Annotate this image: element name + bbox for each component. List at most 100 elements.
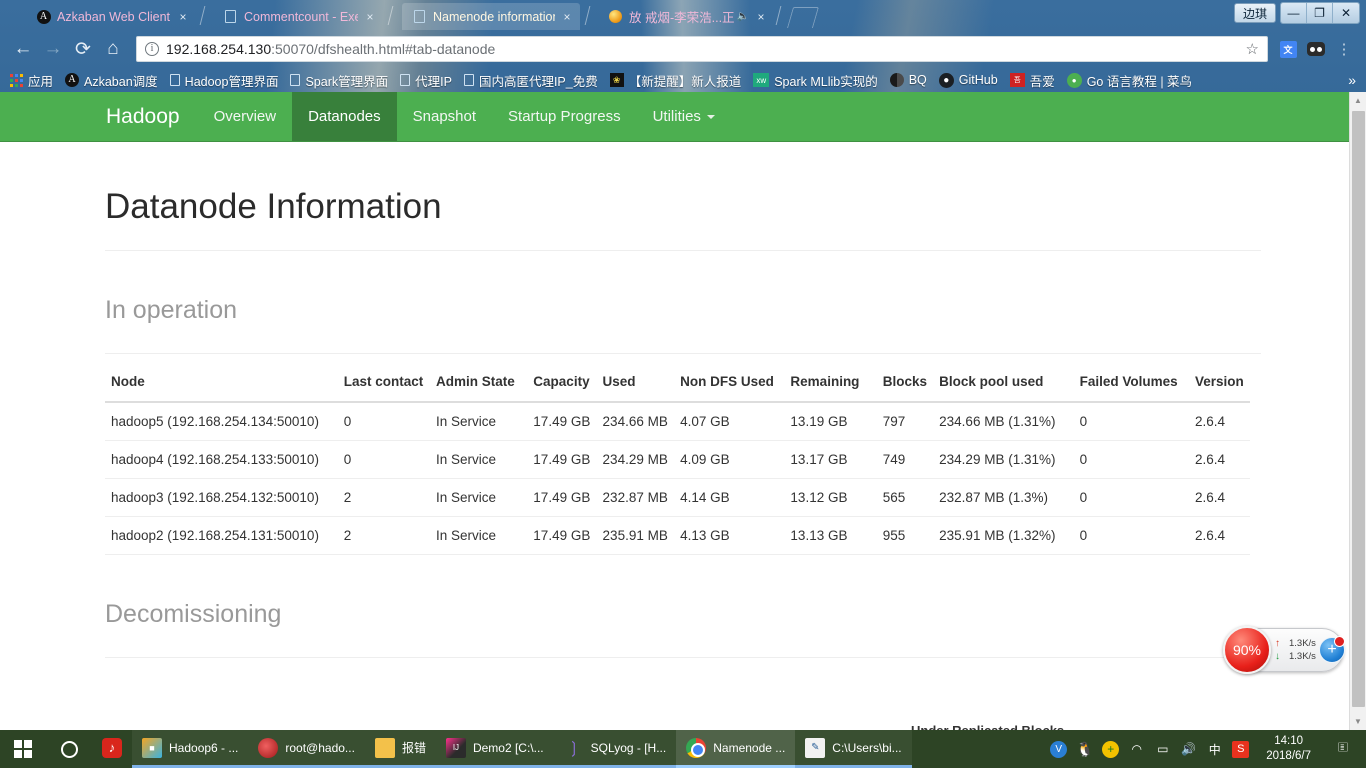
in-operation-divider <box>105 353 1261 354</box>
chrome-menu-icon[interactable]: ⋮ <box>1330 35 1358 63</box>
th-capacity[interactable]: Capacity <box>527 366 597 403</box>
ime-chinese-icon[interactable]: 中 <box>1206 741 1223 758</box>
translate-icon[interactable]: 文 <box>1274 35 1302 63</box>
forward-icon[interactable]: → <box>38 34 68 64</box>
bookmarks-overflow-icon[interactable]: » <box>1348 72 1362 88</box>
datanodes-table: Node Last contact Admin State Capacity U… <box>105 366 1250 555</box>
tab-close-icon[interactable]: × <box>754 10 768 24</box>
nav-item-startup-progress[interactable]: Startup Progress <box>492 92 637 141</box>
bookmark-apps[interactable]: 应用 <box>4 69 59 92</box>
minimize-button[interactable]: — <box>1281 3 1307 23</box>
th-admin-state[interactable]: Admin State <box>430 366 528 403</box>
scrollbar-thumb[interactable] <box>1352 111 1365 707</box>
browser-tab-3-active[interactable]: Namenode information × <box>402 3 580 30</box>
nav-item-utilities[interactable]: Utilities <box>637 92 731 141</box>
browser-tab-2[interactable]: Commentcount - Execu × <box>213 3 383 30</box>
bookmark-runoob[interactable]: ● Go 语言教程 | 菜鸟 <box>1061 69 1198 92</box>
restore-button[interactable]: ❐ <box>1307 3 1333 23</box>
tab-close-icon[interactable]: × <box>363 10 377 24</box>
browser-tab-1[interactable]: A Azkaban Web Client × <box>26 3 196 30</box>
nav-item-snapshot[interactable]: Snapshot <box>397 92 492 141</box>
th-last-contact[interactable]: Last contact <box>337 366 430 403</box>
cell-node[interactable]: hadoop5 (192.168.254.134:50010) <box>105 402 338 441</box>
bookmark-newbie[interactable]: ❀ 【新提醒】新人报道 <box>604 69 748 92</box>
scroll-up-icon[interactable]: ▲ <box>1350 92 1366 109</box>
browser-tab-4[interactable]: 放 戒烟-李荣浩...正在 🔈 × <box>598 3 774 30</box>
home-icon[interactable]: ⌂ <box>98 34 128 64</box>
scroll-down-icon[interactable]: ▼ <box>1350 713 1366 730</box>
wifi-icon[interactable]: ◠ <box>1128 741 1145 758</box>
taskbar-clock[interactable]: 14:10 2018/6/7 <box>1258 734 1319 764</box>
table-row[interactable]: hadoop5 (192.168.254.134:50010) 0 In Ser… <box>105 402 1250 441</box>
browser-profile-button[interactable]: 边琪 <box>1233 3 1276 23</box>
th-non-dfs-used[interactable]: Non DFS Used <box>674 366 785 403</box>
page-scrollbar[interactable]: ▲ ▼ <box>1349 92 1366 730</box>
notification-center-icon[interactable]: 🗉 <box>1328 737 1358 761</box>
reload-icon[interactable]: ⟳ <box>68 34 98 64</box>
th-used[interactable]: Used <box>596 366 675 403</box>
th-block-pool-used[interactable]: Block pool used <box>933 366 1074 403</box>
close-button[interactable]: ✕ <box>1333 3 1359 23</box>
nav-item-datanodes[interactable]: Datanodes <box>292 92 397 141</box>
th-node[interactable]: Node <box>105 366 338 403</box>
th-dc-blocks-no-live-replicas[interactable]: Blocks with no live replicas <box>595 716 907 730</box>
cell-node[interactable]: hadoop2 (192.168.254.131:50010) <box>105 516 338 555</box>
cortana-search-button[interactable] <box>46 730 92 768</box>
taskbar-item-folder[interactable]: 报错 <box>364 730 436 768</box>
table-row[interactable]: hadoop3 (192.168.254.132:50010) 2 In Ser… <box>105 478 1250 517</box>
green-plus-icon[interactable]: + <box>1102 740 1120 758</box>
bookmark-label: 应用 <box>28 74 54 89</box>
bookmark-star-icon[interactable]: ☆ <box>1246 40 1259 58</box>
taskbar-item-notepad[interactable]: ✎ C:\Users\bi... <box>795 730 912 768</box>
sogou-icon[interactable]: S <box>1232 740 1250 758</box>
extension-icon[interactable] <box>1302 35 1330 63</box>
volume-icon[interactable]: 🔊 <box>1180 741 1197 758</box>
taskbar-item-xshell[interactable]: root@hado... <box>248 730 365 768</box>
taskbar-item-sqlyog[interactable]: ❳ SQLyog - [H... <box>553 730 677 768</box>
upload-speed-row: ↑ 1.3K/s <box>1275 637 1316 650</box>
th-version[interactable]: Version <box>1188 366 1250 403</box>
th-dc-under-replicated-blocks[interactable]: Under replicated blocks <box>305 716 595 730</box>
bookmark-github[interactable]: ● GitHub <box>933 71 1004 90</box>
th-dc-node[interactable]: Node <box>105 716 177 730</box>
bookmark-spark[interactable]: Spark管理界面 <box>284 69 394 92</box>
th-dc-last-contact[interactable]: Last contact <box>177 716 305 730</box>
qq-penguin-icon[interactable]: 🐧 <box>1076 741 1093 758</box>
bookmark-hadoop[interactable]: Hadoop管理界面 <box>164 69 285 92</box>
network-speed-widget[interactable]: 90% ↑ 1.3K/s ↓ 1.3K/s + <box>1223 626 1345 674</box>
cell-node[interactable]: hadoop3 (192.168.254.132:50010) <box>105 478 338 517</box>
tab-close-icon[interactable]: × <box>560 10 574 24</box>
taskbar-item-chrome-namenode[interactable]: Namenode ... <box>676 730 796 768</box>
hadoop-brand[interactable]: Hadoop <box>88 92 198 141</box>
document-icon <box>169 74 180 86</box>
th-remaining[interactable]: Remaining <box>784 366 877 403</box>
nav-item-overview[interactable]: Overview <box>198 92 293 141</box>
th-failed-volumes[interactable]: Failed Volumes <box>1073 366 1189 403</box>
bookmark-bq[interactable]: BQ <box>884 71 933 89</box>
site-info-icon[interactable]: i <box>145 42 159 56</box>
add-button-icon[interactable]: + <box>1319 636 1345 663</box>
table-row[interactable]: hadoop4 (192.168.254.133:50010) 0 In Ser… <box>105 440 1250 479</box>
taskbar-item-intellij[interactable]: IJ Demo2 [C:\... <box>435 730 554 768</box>
bookmark-spark-mllib[interactable]: xw Spark MLlib实现的 <box>747 69 884 92</box>
cell-node[interactable]: hadoop4 (192.168.254.133:50010) <box>105 440 338 479</box>
tab-close-icon[interactable]: × <box>176 10 190 24</box>
taskbar-item-vmware[interactable]: ■ Hadoop6 - ... <box>132 730 249 768</box>
table-row[interactable]: hadoop2 (192.168.254.131:50010) 2 In Ser… <box>105 516 1250 555</box>
cell-capacity: 17.49 GB <box>527 478 597 517</box>
th-blocks[interactable]: Blocks <box>876 366 934 403</box>
bookmark-52pojie[interactable]: 吾 吾爱 <box>1004 69 1061 92</box>
bookmark-azkaban[interactable]: A Azkaban调度 <box>59 69 164 92</box>
battery-icon[interactable]: ▭ <box>1154 741 1171 758</box>
start-button[interactable] <box>0 730 46 768</box>
v-icon[interactable]: V <box>1050 740 1068 758</box>
speed-percent-orb[interactable]: 90% <box>1223 626 1271 674</box>
back-icon[interactable]: ← <box>8 34 38 64</box>
th-dc-under-replicated-under-construction[interactable]: Under Replicated Blocks In files under c… <box>907 716 1250 730</box>
bookmark-proxy-ip[interactable]: 代理IP <box>394 69 458 92</box>
address-bar[interactable]: i 192.168.254.130 :50070/dfshealth.html#… <box>136 36 1268 62</box>
new-tab-button[interactable] <box>786 7 820 28</box>
taskbar-item-netease-music[interactable]: ♪ <box>92 730 132 768</box>
bookmark-free-proxy[interactable]: 国内高匿代理IP_免费 <box>458 69 604 92</box>
speaker-muted-icon[interactable]: 🔈 <box>737 11 749 22</box>
